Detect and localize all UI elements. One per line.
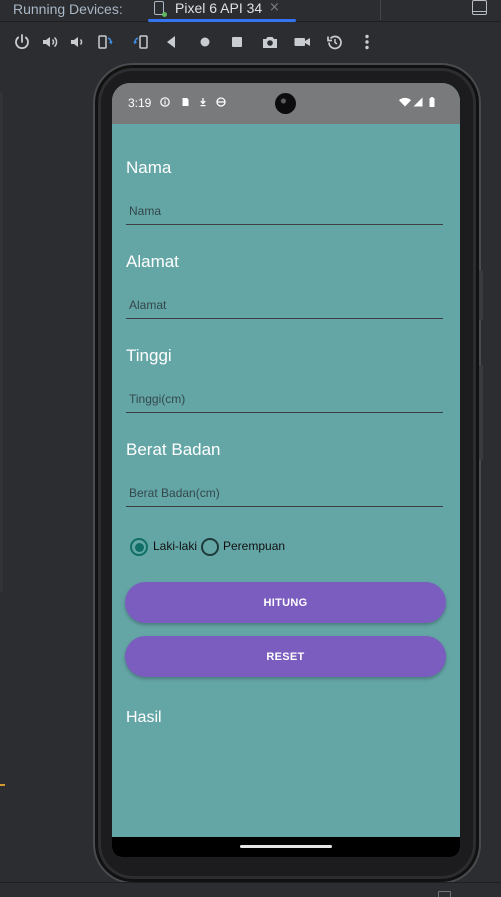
nama-label: Nama	[126, 158, 172, 177]
screen-record-icon[interactable]	[292, 32, 312, 52]
front-camera	[275, 93, 296, 114]
sd-card-icon	[182, 98, 189, 106]
download-icon	[200, 98, 206, 107]
battery-icon	[429, 97, 435, 107]
ide-tab-bar: Running Devices: Pixel 6 API 34 ×	[0, 0, 501, 22]
wifi-icon	[399, 97, 411, 107]
alamat-input[interactable]	[126, 291, 443, 319]
editor-gutter	[0, 62, 5, 897]
device-phone-icon	[154, 1, 167, 17]
berat-badan-label: Berat Badan	[126, 440, 221, 459]
device-volume-button[interactable]	[479, 365, 483, 460]
nama-input[interactable]	[126, 197, 443, 225]
berat-badan-input[interactable]	[126, 479, 443, 507]
signal-icon	[413, 97, 423, 107]
perempuan-radio[interactable]	[201, 538, 219, 556]
home-icon[interactable]	[195, 32, 215, 52]
hitung-button[interactable]: HITUNG	[125, 582, 446, 623]
gutter-marker	[0, 784, 5, 786]
reset-icon[interactable]	[325, 32, 345, 52]
ide-bottom-strip	[0, 882, 501, 897]
tinggi-label: Tinggi	[126, 346, 172, 365]
hasil-label: Hasil	[126, 709, 162, 726]
rotate-left-icon[interactable]	[95, 32, 115, 52]
navigation-bar	[112, 837, 460, 857]
home-gesture-handle[interactable]	[240, 845, 332, 848]
status-bar: 3:19	[112, 83, 460, 124]
device-tab[interactable]: Pixel 6 API 34 ×	[148, 0, 296, 22]
back-icon[interactable]	[161, 32, 181, 52]
laki-laki-label[interactable]: Laki-laki	[153, 539, 197, 553]
layout-icon[interactable]	[438, 891, 451, 897]
data-saver-icon	[216, 97, 226, 107]
more-icon[interactable]	[357, 32, 377, 52]
tab-separator	[380, 0, 381, 20]
device-toolbar	[0, 22, 501, 62]
laki-laki-radio[interactable]	[130, 538, 148, 556]
window-layout-icon[interactable]	[472, 0, 487, 15]
close-tab-icon[interactable]: ×	[269, 0, 280, 15]
alamat-label: Alamat	[126, 252, 179, 271]
rotate-right-icon[interactable]	[131, 32, 151, 52]
running-devices-label: Running Devices:	[13, 1, 123, 17]
power-icon[interactable]	[12, 32, 32, 52]
overview-icon[interactable]	[227, 32, 247, 52]
tinggi-input[interactable]	[126, 385, 443, 413]
device-tab-label: Pixel 6 API 34	[175, 0, 263, 16]
device-screen: 3:19 Nama Alamat Tinggi Berat Badan Laki…	[112, 83, 460, 857]
screenshot-icon[interactable]	[260, 32, 280, 52]
info-icon	[160, 97, 170, 107]
device-power-button[interactable]	[479, 270, 483, 320]
gutter-track	[0, 92, 3, 592]
reset-button[interactable]: RESET	[125, 636, 446, 677]
volume-down-icon[interactable]	[67, 32, 87, 52]
status-time: 3:19	[128, 96, 152, 110]
volume-up-icon[interactable]	[40, 32, 60, 52]
perempuan-label[interactable]: Perempuan	[223, 539, 285, 553]
